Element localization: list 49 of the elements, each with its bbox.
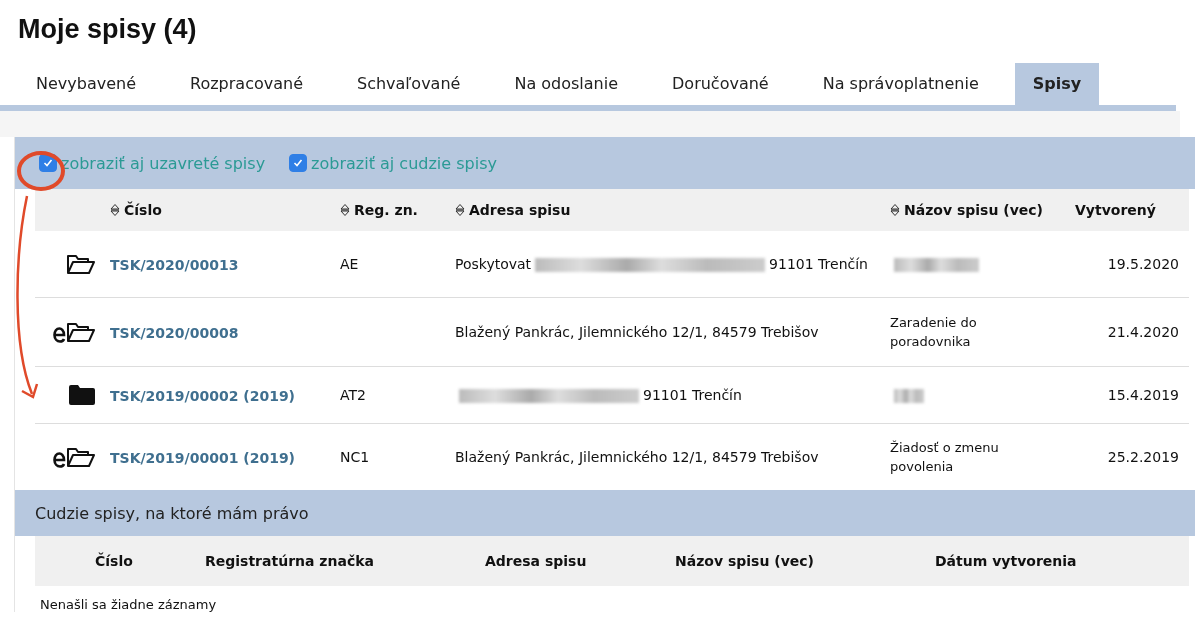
closed-folder-icon [68,384,96,406]
file-number-link[interactable]: TSK/2019/00001 (2019) [110,449,295,466]
tab[interactable]: Na odoslanie [496,63,636,105]
table-cell-text: 15.4.2019 [1106,385,1180,405]
sort-icon[interactable] [340,203,350,217]
column-header: Názov spisu (vec) [675,553,815,569]
sort-icon[interactable] [890,203,900,217]
e-folder-icon [52,321,96,343]
open-folder-icon [66,253,96,275]
tab[interactable]: Rozpracované [172,63,321,105]
sort-icon[interactable] [110,203,120,217]
table-cell: Zaradenie do poradovnika [890,314,977,349]
tab[interactable]: Doručované [654,63,787,105]
column-header[interactable]: Číslo [124,202,162,218]
section-title: Cudzie spisy, na ktoré mám právo [35,503,309,523]
table-cell: AT2 [340,386,366,403]
table-cell: Blažený Pankrác, Jilemnického 12/1, 84579 Trebišov [455,323,819,340]
file-number-link[interactable]: TSK/2020/00013 [110,256,239,273]
table-cell-text: 21.4.2020 [1106,322,1180,342]
tab[interactable]: Schvaľované [339,63,479,105]
check-icon [293,158,304,168]
tab[interactable]: Nevybavené [18,63,154,105]
table-cell: 91101 Trenčín [643,386,742,403]
table-cell: NC1 [340,448,370,465]
table-cell-text: 25.2.2019 [1106,447,1180,467]
table-cell-text: 19.5.2020 [1106,254,1180,274]
table-cell: Blažený Pankrác, Jilemnického 12/1, 84579 Trebišov [455,448,819,465]
column-header: Dátum vytvorenia [935,553,1078,569]
column-header[interactable]: Vytvorený [1075,202,1156,218]
check-icon [43,158,53,168]
table-cell: Žiadosť o zmenu povolenia [890,439,999,474]
sort-icon[interactable] [455,203,465,217]
column-header: Číslo [95,553,134,569]
file-number-link[interactable]: TSK/2020/00008 [110,324,239,341]
table-cell: Poskytovat [455,255,532,272]
tab[interactable]: Na správoplatnenie [804,63,997,105]
file-number-link[interactable]: TSK/2019/00002 (2019) [110,387,295,404]
e-folder-icon [52,446,96,468]
empty-message: Nenašli sa žiadne záznamy [39,596,218,612]
table-cell: 91101 Trenčín [769,255,868,272]
table-cell: AE [340,255,359,272]
column-header: Registratúrna značka [205,553,375,569]
column-header: Adresa spisu [485,553,588,569]
column-header[interactable]: Adresa spisu [469,202,571,218]
column-header[interactable]: Reg. zn. [354,202,418,218]
column-header[interactable]: Názov spisu (vec) [904,202,1043,218]
tab[interactable]: Spisy [1014,63,1100,105]
checkbox[interactable] [289,154,308,172]
page-title: Moje spisy (4) [18,14,198,45]
